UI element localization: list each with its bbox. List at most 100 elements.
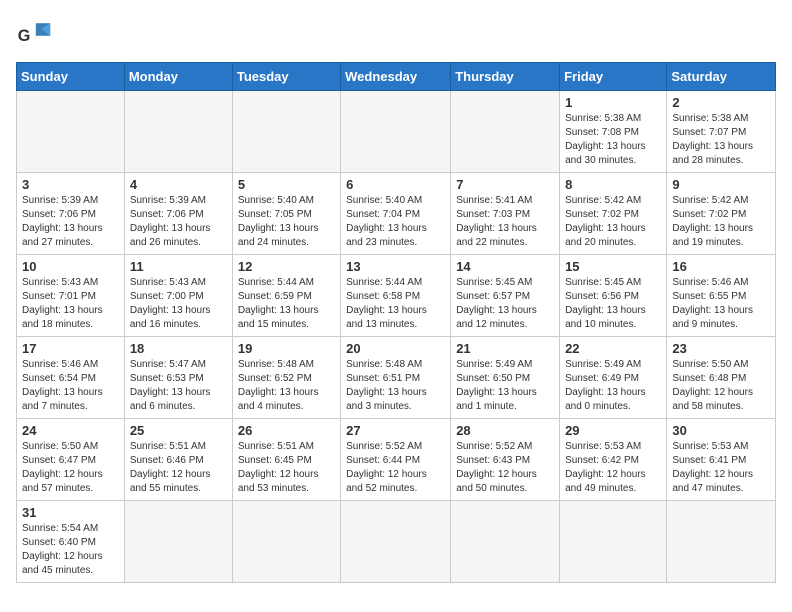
day-info: Sunrise: 5:46 AM Sunset: 6:54 PM Dayligh…: [22, 358, 119, 414]
day-info: Sunrise: 5:44 AM Sunset: 6:59 PM Dayligh…: [238, 276, 335, 332]
day-info: Sunrise: 5:41 AM Sunset: 7:03 PM Dayligh…: [456, 194, 554, 250]
day-info: Sunrise: 5:50 AM Sunset: 6:47 PM Dayligh…: [22, 440, 119, 496]
col-header-sunday: Sunday: [17, 63, 125, 91]
calendar-cell: 12 Sunrise: 5:44 AM Sunset: 6:59 PM Dayli…: [232, 255, 340, 337]
calendar-cell: [667, 501, 776, 583]
day-number: 16: [672, 259, 770, 274]
day-number: 20: [346, 341, 445, 356]
calendar-cell: 24 Sunrise: 5:50 AM Sunset: 6:47 PM Dayli…: [17, 419, 125, 501]
calendar-week-2: 3 Sunrise: 5:39 AM Sunset: 7:06 PM Daylig…: [17, 173, 776, 255]
day-info: Sunrise: 5:40 AM Sunset: 7:04 PM Dayligh…: [346, 194, 445, 250]
calendar-cell: [341, 501, 451, 583]
day-number: 26: [238, 423, 335, 438]
day-number: 3: [22, 177, 119, 192]
calendar-cell: [560, 501, 667, 583]
calendar-cell: 28 Sunrise: 5:52 AM Sunset: 6:43 PM Dayli…: [451, 419, 560, 501]
day-number: 21: [456, 341, 554, 356]
day-info: Sunrise: 5:43 AM Sunset: 7:00 PM Dayligh…: [130, 276, 227, 332]
day-number: 2: [672, 95, 770, 110]
calendar-cell: [341, 91, 451, 173]
day-number: 28: [456, 423, 554, 438]
calendar-cell: [451, 91, 560, 173]
day-number: 10: [22, 259, 119, 274]
calendar-cell: 15Sunrise: 5:45 AM Sunset: 6:56 PM Dayli…: [560, 255, 667, 337]
day-info: Sunrise: 5:48 AM Sunset: 6:52 PM Dayligh…: [238, 358, 335, 414]
day-number: 23: [672, 341, 770, 356]
day-number: 15: [565, 259, 661, 274]
calendar-cell: 13 Sunrise: 5:44 AM Sunset: 6:58 PM Dayli…: [341, 255, 451, 337]
calendar-cell: [451, 501, 560, 583]
day-number: 8: [565, 177, 661, 192]
calendar-cell: 30 Sunrise: 5:53 AM Sunset: 6:41 PM Dayli…: [667, 419, 776, 501]
calendar-cell: [232, 91, 340, 173]
day-number: 17: [22, 341, 119, 356]
calendar-cell: 8Sunrise: 5:42 AM Sunset: 7:02 PM Daylig…: [560, 173, 667, 255]
day-info: Sunrise: 5:52 AM Sunset: 6:43 PM Dayligh…: [456, 440, 554, 496]
day-info: Sunrise: 5:40 AM Sunset: 7:05 PM Dayligh…: [238, 194, 335, 250]
day-info: Sunrise: 5:39 AM Sunset: 7:06 PM Dayligh…: [22, 194, 119, 250]
day-info: Sunrise: 5:48 AM Sunset: 6:51 PM Dayligh…: [346, 358, 445, 414]
day-info: Sunrise: 5:47 AM Sunset: 6:53 PM Dayligh…: [130, 358, 227, 414]
day-number: 12: [238, 259, 335, 274]
day-info: Sunrise: 5:52 AM Sunset: 6:44 PM Dayligh…: [346, 440, 445, 496]
calendar-week-4: 17 Sunrise: 5:46 AM Sunset: 6:54 PM Dayli…: [17, 337, 776, 419]
calendar-cell: 27 Sunrise: 5:52 AM Sunset: 6:44 PM Dayli…: [341, 419, 451, 501]
day-info: Sunrise: 5:43 AM Sunset: 7:01 PM Dayligh…: [22, 276, 119, 332]
day-info: Sunrise: 5:53 AM Sunset: 6:41 PM Dayligh…: [672, 440, 770, 496]
day-number: 13: [346, 259, 445, 274]
day-number: 30: [672, 423, 770, 438]
calendar-cell: 7Sunrise: 5:41 AM Sunset: 7:03 PM Daylig…: [451, 173, 560, 255]
calendar-week-6: 31 Sunrise: 5:54 AM Sunset: 6:40 PM Dayli…: [17, 501, 776, 583]
day-number: 1: [565, 95, 661, 110]
day-number: 11: [130, 259, 227, 274]
calendar-cell: 11 Sunrise: 5:43 AM Sunset: 7:00 PM Dayli…: [124, 255, 232, 337]
day-number: 24: [22, 423, 119, 438]
calendar-cell: 18 Sunrise: 5:47 AM Sunset: 6:53 PM Dayli…: [124, 337, 232, 419]
calendar-cell: 20 Sunrise: 5:48 AM Sunset: 6:51 PM Dayli…: [341, 337, 451, 419]
calendar-cell: [17, 91, 125, 173]
day-number: 31: [22, 505, 119, 520]
calendar-cell: 14 Sunrise: 5:45 AM Sunset: 6:57 PM Dayli…: [451, 255, 560, 337]
day-info: Sunrise: 5:50 AM Sunset: 6:48 PM Dayligh…: [672, 358, 770, 414]
calendar-cell: 9Sunrise: 5:42 AM Sunset: 7:02 PM Daylig…: [667, 173, 776, 255]
day-number: 19: [238, 341, 335, 356]
calendar-header-row: SundayMondayTuesdayWednesdayThursdayFrid…: [17, 63, 776, 91]
day-number: 9: [672, 177, 770, 192]
day-info: Sunrise: 5:54 AM Sunset: 6:40 PM Dayligh…: [22, 522, 119, 578]
calendar-cell: 1 Sunrise: 5:38 AM Sunset: 7:08 PM Daylig…: [560, 91, 667, 173]
day-info: Sunrise: 5:38 AM Sunset: 7:08 PM Dayligh…: [565, 112, 661, 168]
day-info: Sunrise: 5:44 AM Sunset: 6:58 PM Dayligh…: [346, 276, 445, 332]
day-info: Sunrise: 5:53 AM Sunset: 6:42 PM Dayligh…: [565, 440, 661, 496]
day-info: Sunrise: 5:51 AM Sunset: 6:45 PM Dayligh…: [238, 440, 335, 496]
day-number: 18: [130, 341, 227, 356]
calendar-cell: 22Sunrise: 5:49 AM Sunset: 6:49 PM Dayli…: [560, 337, 667, 419]
col-header-friday: Friday: [560, 63, 667, 91]
calendar-cell: 21 Sunrise: 5:49 AM Sunset: 6:50 PM Dayli…: [451, 337, 560, 419]
day-info: Sunrise: 5:51 AM Sunset: 6:46 PM Dayligh…: [130, 440, 227, 496]
day-number: 27: [346, 423, 445, 438]
calendar-cell: [124, 501, 232, 583]
calendar-cell: 5 Sunrise: 5:40 AM Sunset: 7:05 PM Daylig…: [232, 173, 340, 255]
col-header-tuesday: Tuesday: [232, 63, 340, 91]
calendar-cell: 17 Sunrise: 5:46 AM Sunset: 6:54 PM Dayli…: [17, 337, 125, 419]
calendar-cell: 10 Sunrise: 5:43 AM Sunset: 7:01 PM Dayli…: [17, 255, 125, 337]
calendar-cell: 31 Sunrise: 5:54 AM Sunset: 6:40 PM Dayli…: [17, 501, 125, 583]
calendar-cell: 3 Sunrise: 5:39 AM Sunset: 7:06 PM Daylig…: [17, 173, 125, 255]
day-number: 14: [456, 259, 554, 274]
day-info: Sunrise: 5:45 AM Sunset: 6:57 PM Dayligh…: [456, 276, 554, 332]
svg-text:G: G: [18, 27, 31, 45]
calendar-cell: 23 Sunrise: 5:50 AM Sunset: 6:48 PM Dayli…: [667, 337, 776, 419]
day-info: Sunrise: 5:39 AM Sunset: 7:06 PM Dayligh…: [130, 194, 227, 250]
day-info: Sunrise: 5:38 AM Sunset: 7:07 PM Dayligh…: [672, 112, 770, 168]
calendar-cell: 26 Sunrise: 5:51 AM Sunset: 6:45 PM Dayli…: [232, 419, 340, 501]
calendar-cell: 2 Sunrise: 5:38 AM Sunset: 7:07 PM Daylig…: [667, 91, 776, 173]
calendar-week-3: 10 Sunrise: 5:43 AM Sunset: 7:01 PM Dayli…: [17, 255, 776, 337]
page-header: G: [16, 16, 776, 52]
calendar: SundayMondayTuesdayWednesdayThursdayFrid…: [16, 62, 776, 583]
day-info: Sunrise: 5:49 AM Sunset: 6:50 PM Dayligh…: [456, 358, 554, 414]
calendar-week-5: 24 Sunrise: 5:50 AM Sunset: 6:47 PM Dayli…: [17, 419, 776, 501]
day-number: 5: [238, 177, 335, 192]
col-header-wednesday: Wednesday: [341, 63, 451, 91]
logo-icon: G: [16, 16, 52, 52]
calendar-cell: 29Sunrise: 5:53 AM Sunset: 6:42 PM Dayli…: [560, 419, 667, 501]
